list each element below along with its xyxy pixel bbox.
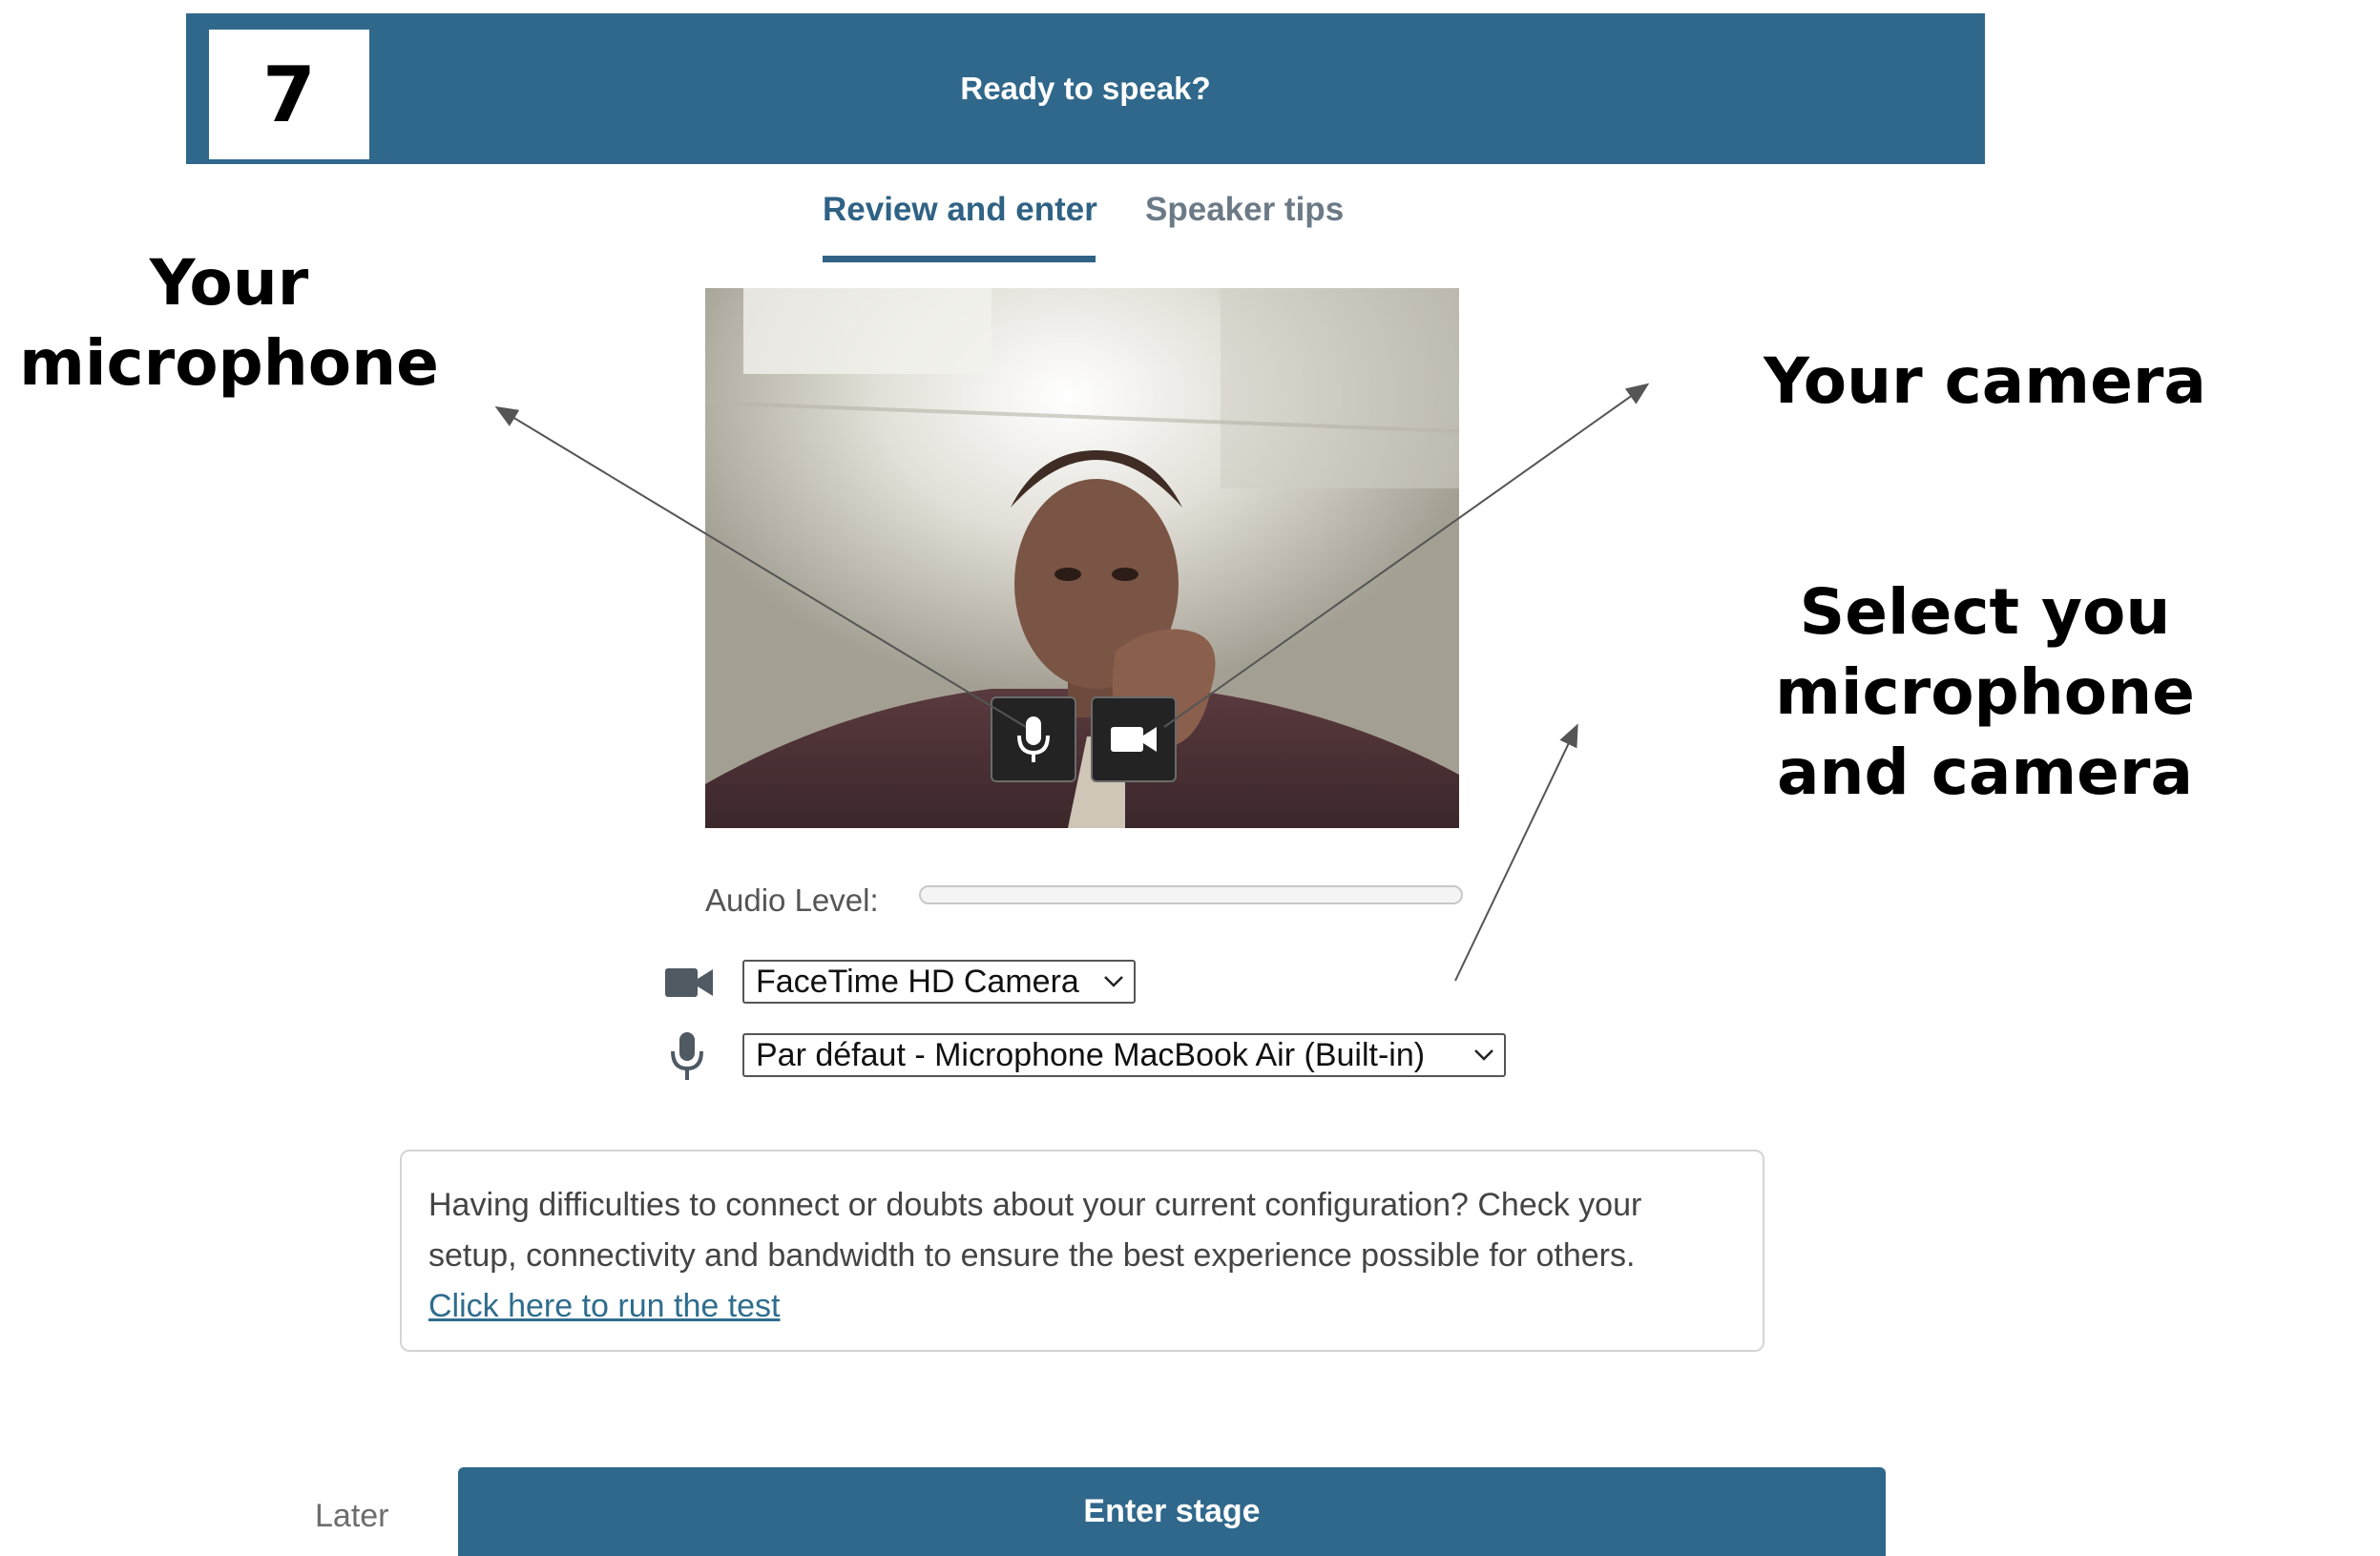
camera-select[interactable]: FaceTime HD Camera [742,960,1136,1004]
chevron-down-icon [1104,976,1123,987]
run-test-link[interactable]: Click here to run the test [428,1281,781,1332]
audio-level-meter [919,885,1463,904]
arrow-to-camera-label [1163,383,1650,728]
audio-level-label: Audio Level: [705,882,879,918]
microphone-select[interactable]: Par défaut - Microphone MacBook Air (Bui… [742,1033,1506,1077]
enter-stage-button[interactable]: Enter stage [458,1467,1886,1556]
chevron-down-icon [1474,1049,1493,1061]
microphone-select-value: Par défaut - Microphone MacBook Air (Bui… [756,1036,1426,1073]
connectivity-help-box: Having difficulties to connect or doubts… [400,1150,1764,1352]
camera-icon [665,968,713,997]
microphone-icon [671,1032,703,1080]
help-text: Having difficulties to connect or doubts… [428,1187,1642,1274]
arrow-to-select-label [1454,723,1578,982]
camera-select-value: FaceTime HD Camera [756,963,1079,1000]
arrow-to-microphone-label [494,405,1027,728]
later-button[interactable]: Later [315,1498,389,1535]
